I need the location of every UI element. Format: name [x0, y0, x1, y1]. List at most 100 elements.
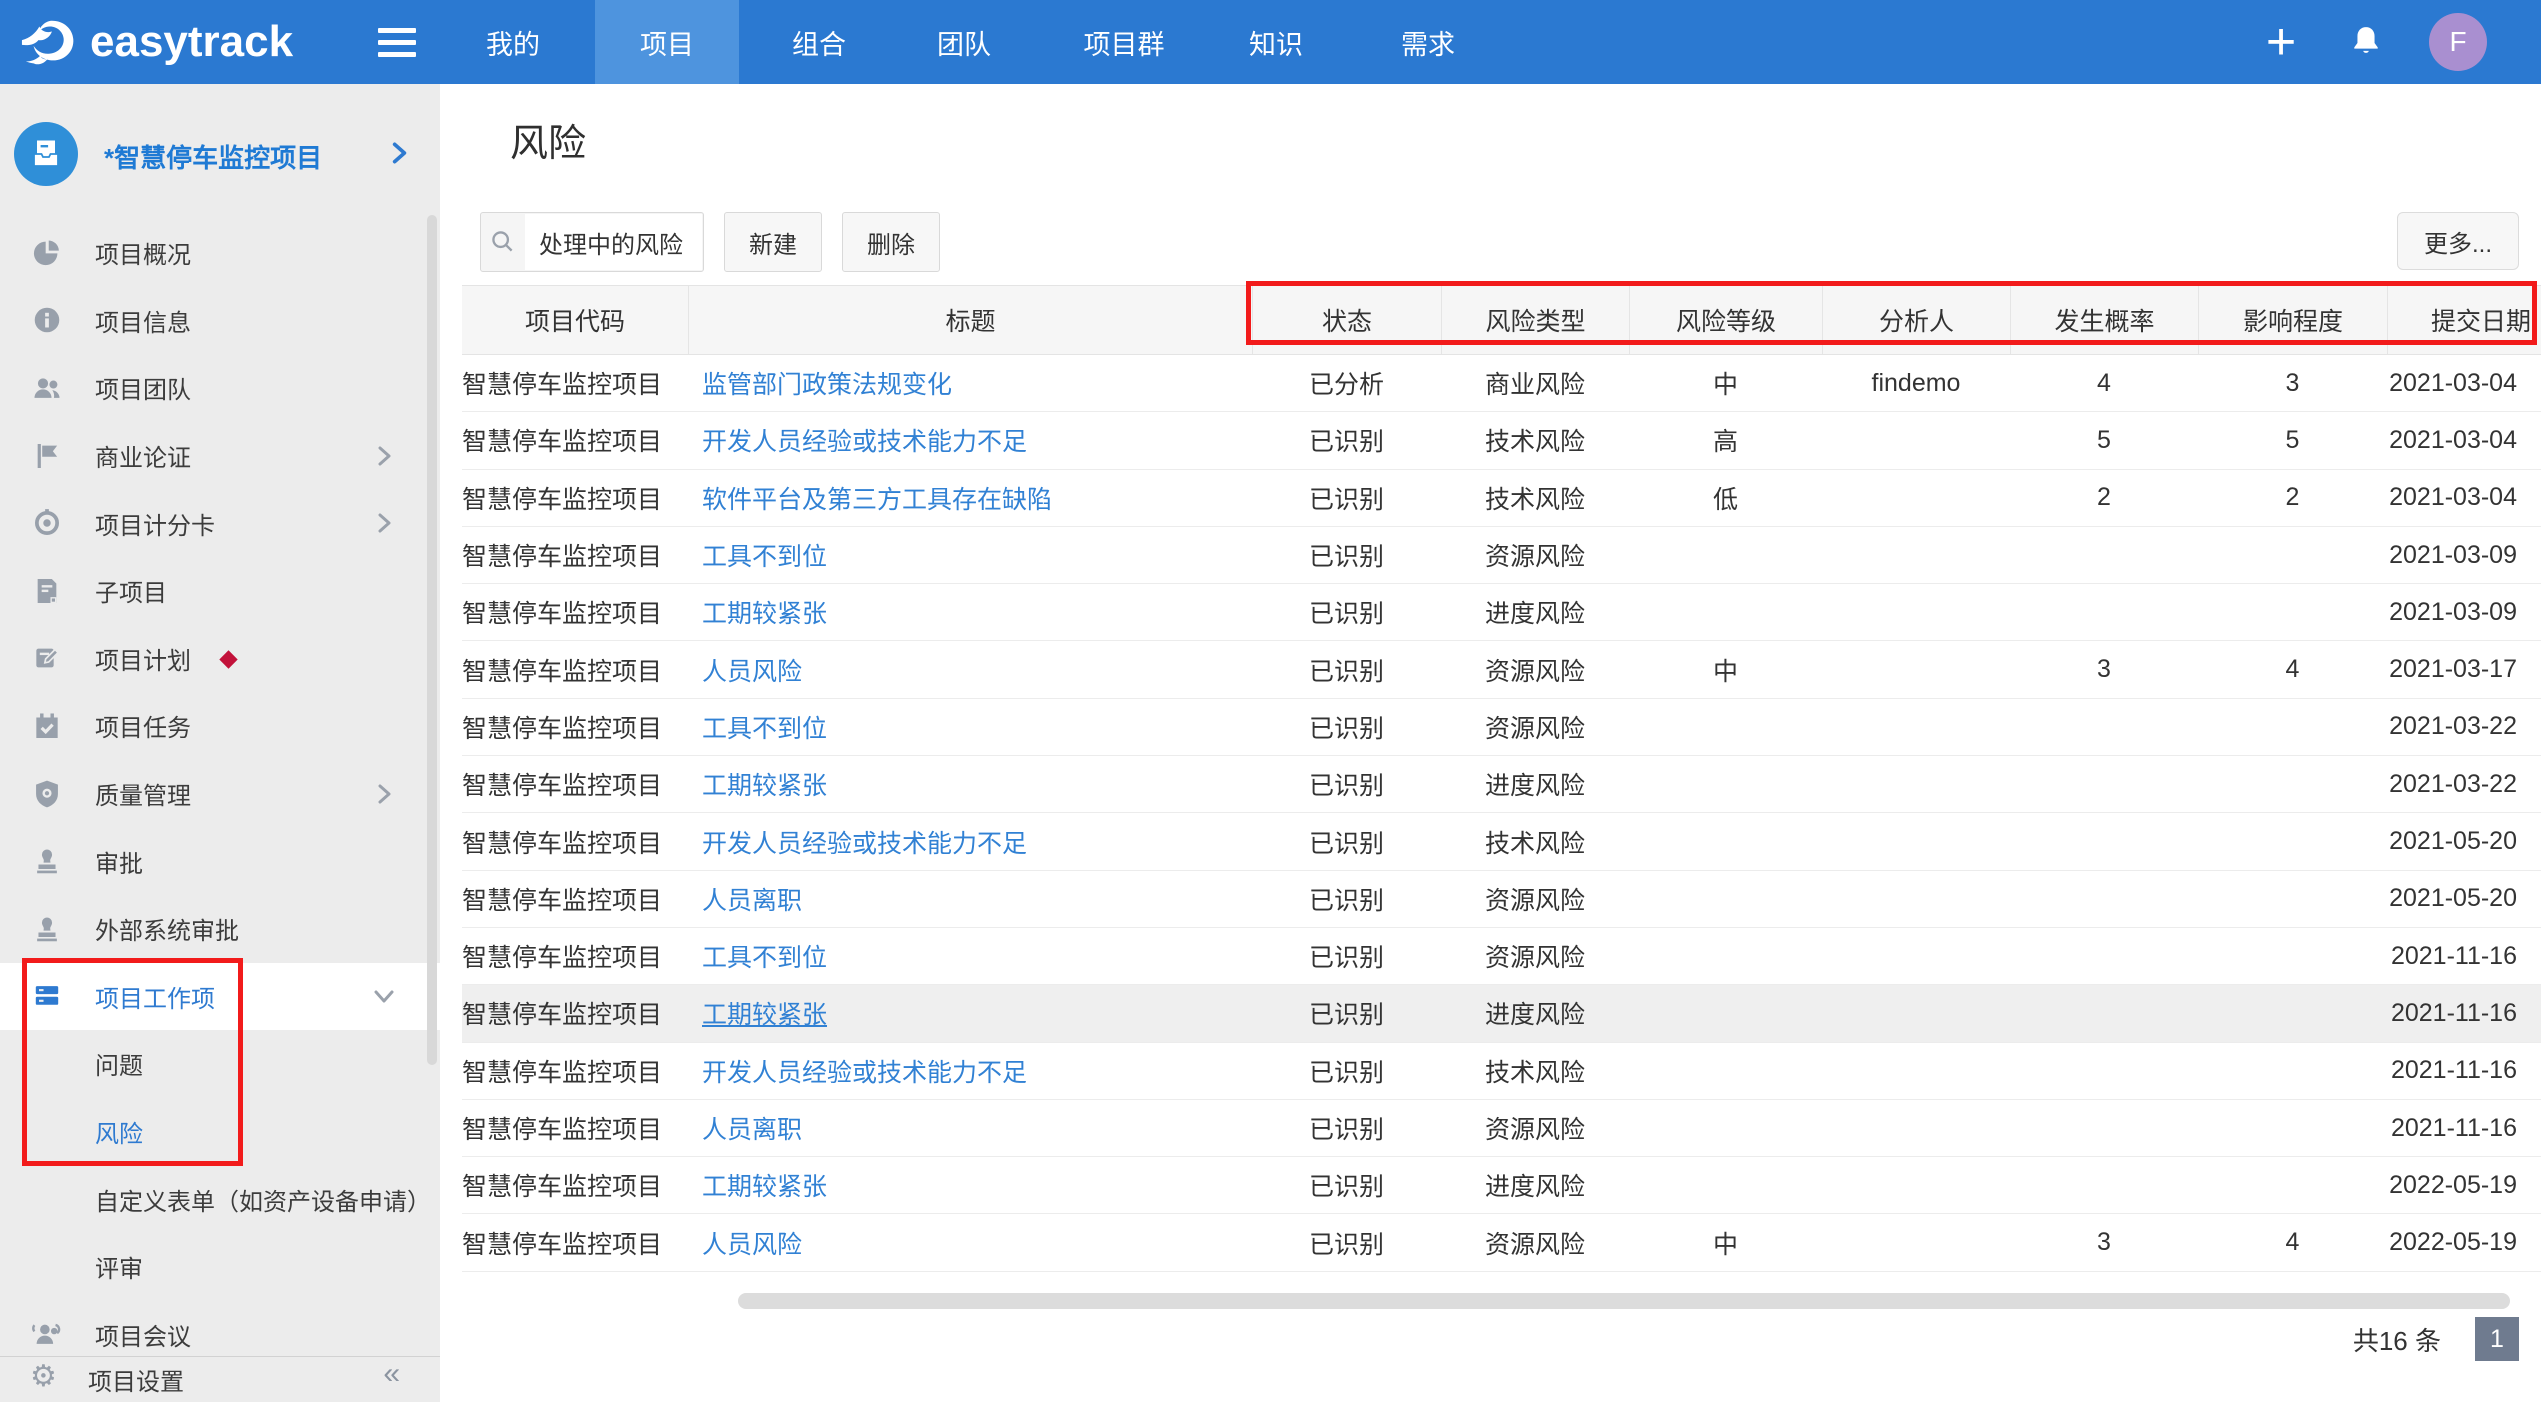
sidebar-item-问题[interactable]: 问题	[0, 1030, 440, 1098]
chevron-down-icon[interactable]	[372, 984, 396, 1008]
table-row[interactable]: 智慧停车监控项目 开发人员经验或技术能力不足 已识别 技术风险 2021-11-…	[462, 1043, 2541, 1100]
sidebar-item-评审[interactable]: 评审	[0, 1233, 440, 1301]
column-header-发生概率[interactable]: 发生概率	[2010, 286, 2198, 354]
cell-submit-date: 2021-03-17	[2387, 655, 2541, 684]
cell-status: 已识别	[1252, 594, 1441, 630]
cell-submit-date: 2021-11-16	[2387, 1056, 2541, 1085]
table-row[interactable]: 智慧停车监控项目 工具不到位 已识别 资源风险 2021-03-22	[462, 699, 2541, 756]
risk-title-link[interactable]: 人员风险	[702, 658, 802, 686]
brand-logo[interactable]: easytrack	[20, 0, 293, 84]
table-row[interactable]: 智慧停车监控项目 人员离职 已识别 资源风险 2021-05-20	[462, 871, 2541, 928]
notifications-bell-icon[interactable]	[2347, 21, 2385, 63]
flag-icon	[31, 440, 63, 472]
risk-title-link[interactable]: 软件平台及第三方工具存在缺陷	[702, 486, 1052, 514]
sidebar-item-项目任务[interactable]: 项目任务	[0, 692, 440, 760]
sidebar-item-项目工作项[interactable]: 项目工作项	[0, 963, 440, 1031]
sidebar-item-项目计划[interactable]: 项目计划	[0, 625, 440, 693]
risk-title-link[interactable]: 人员离职	[702, 887, 802, 915]
column-header-提交日期[interactable]: 提交日期	[2387, 286, 2541, 354]
total-count: 共16 条	[2353, 1321, 2441, 1358]
cell-submit-date: 2021-11-16	[2387, 942, 2541, 971]
risk-title-link[interactable]: 工具不到位	[702, 944, 827, 972]
risk-title-link[interactable]: 工具不到位	[702, 715, 827, 743]
table-row[interactable]: 智慧停车监控项目 开发人员经验或技术能力不足 已识别 技术风险 2021-05-…	[462, 813, 2541, 870]
table-row[interactable]: 智慧停车监控项目 工期较紧张 已识别 进度风险 2021-03-09	[462, 584, 2541, 641]
topbar-nav-我的[interactable]: 我的	[441, 0, 585, 84]
table-row[interactable]: 智慧停车监控项目 工期较紧张 已识别 进度风险 2022-05-19	[462, 1157, 2541, 1214]
horizontal-scrollbar[interactable]	[738, 1293, 2510, 1309]
risk-title-link[interactable]: 人员离职	[702, 1116, 802, 1144]
table-row[interactable]: 智慧停车监控项目 工具不到位 已识别 资源风险 2021-03-09	[462, 527, 2541, 584]
user-avatar[interactable]: F	[2429, 13, 2487, 71]
column-header-影响程度[interactable]: 影响程度	[2198, 286, 2387, 354]
risk-title-link[interactable]: 人员风险	[702, 1231, 802, 1259]
sidebar-item-外部系统审批[interactable]: 外部系统审批	[0, 895, 440, 963]
topbar-nav-组合[interactable]: 组合	[747, 0, 891, 84]
table-row[interactable]: 智慧停车监控项目 工具不到位 已识别 资源风险 2021-11-16	[462, 928, 2541, 985]
sidebar-scrollbar[interactable]	[427, 215, 437, 1065]
cell-title: 人员风险	[688, 1225, 1252, 1261]
risk-title-link[interactable]: 监管部门政策法规变化	[702, 371, 952, 399]
sidebar-item-审批[interactable]: 审批	[0, 827, 440, 895]
table-row[interactable]: 智慧停车监控项目 人员风险 已识别 资源风险 中 3 4 2021-03-17	[462, 641, 2541, 698]
column-header-风险等级[interactable]: 风险等级	[1629, 286, 1822, 354]
sidebar-item-商业论证[interactable]: 商业论证	[0, 422, 440, 490]
table-row[interactable]: 智慧停车监控项目 工期较紧张 已识别 进度风险 2021-11-16	[462, 985, 2541, 1042]
sidebar-item-项目团队[interactable]: 项目团队	[0, 354, 440, 422]
page-number-1[interactable]: 1	[2475, 1317, 2519, 1361]
table-row[interactable]: 智慧停车监控项目 监管部门政策法规变化 已分析 商业风险 中 findemo 4…	[462, 355, 2541, 412]
column-header-状态[interactable]: 状态	[1252, 286, 1441, 354]
sidebar-item-子项目[interactable]: 子项目	[0, 557, 440, 625]
topbar-nav-团队[interactable]: 团队	[892, 0, 1036, 84]
project-chevron-right-icon[interactable]	[386, 140, 412, 166]
chevron-right-icon[interactable]	[372, 511, 396, 535]
chevron-right-icon[interactable]	[372, 782, 396, 806]
chevron-right-icon[interactable]	[372, 444, 396, 468]
cell-status: 已识别	[1252, 1110, 1441, 1146]
sidebar-item-项目计分卡[interactable]: 项目计分卡	[0, 489, 440, 557]
risk-title-link[interactable]: 工期较紧张	[702, 1173, 827, 1201]
sidebar-item-自定义表单（如资产设备申请）[interactable]: 自定义表单（如资产设备申请）	[0, 1165, 440, 1233]
risk-title-link[interactable]: 开发人员经验或技术能力不足	[702, 428, 1027, 456]
collapse-sidebar-icon[interactable]: «	[383, 1357, 400, 1391]
table-row[interactable]: 智慧停车监控项目 工期较紧张 已识别 进度风险 2021-03-22	[462, 756, 2541, 813]
table-row[interactable]: 智慧停车监控项目 开发人员经验或技术能力不足 已识别 技术风险 高 5 5 20…	[462, 412, 2541, 469]
topbar-nav-需求[interactable]: 需求	[1356, 0, 1500, 84]
sidebar-item-风险[interactable]: 风险	[0, 1098, 440, 1166]
risk-title-link[interactable]: 工期较紧张	[702, 600, 827, 628]
sidebar-item-质量管理[interactable]: 质量管理	[0, 760, 440, 828]
column-header-项目代码[interactable]: 项目代码	[462, 286, 688, 354]
risk-title-link[interactable]: 工具不到位	[702, 543, 827, 571]
sidebar-item-label: 项目信息	[95, 303, 191, 338]
table-row[interactable]: 智慧停车监控项目 人员风险 已识别 资源风险 中 3 4 2022-05-19	[462, 1214, 2541, 1271]
sidebar-item-项目信息[interactable]: 项目信息	[0, 287, 440, 355]
cell-probability: 5	[2010, 426, 2198, 455]
risk-title-link[interactable]: 工期较紧张	[702, 772, 827, 800]
topbar-nav-知识[interactable]: 知识	[1204, 0, 1348, 84]
sidebar-item-项目概况[interactable]: 项目概况	[0, 219, 440, 287]
column-header-标题[interactable]: 标题	[688, 286, 1252, 354]
risk-title-link[interactable]: 工期较紧张	[702, 1001, 827, 1029]
column-header-风险类型[interactable]: 风险类型	[1441, 286, 1629, 354]
cell-submit-date: 2021-11-16	[2387, 999, 2541, 1028]
column-header-分析人[interactable]: 分析人	[1822, 286, 2010, 354]
menu-icon[interactable]	[378, 22, 420, 62]
topbar-nav-项目群[interactable]: 项目群	[1034, 0, 1214, 84]
add-icon[interactable]: +	[2259, 0, 2303, 84]
sidebar-item-project-settings[interactable]: ⚙ 项目设置 «	[0, 1356, 440, 1402]
search-input[interactable]: 处理中的风险	[525, 214, 702, 270]
more-button[interactable]: 更多...	[2397, 212, 2519, 270]
project-switcher[interactable]: *智慧停车监控项目	[0, 120, 440, 190]
table-row[interactable]: 智慧停车监控项目 人员离职 已识别 资源风险 2021-11-16	[462, 1100, 2541, 1157]
risk-title-link[interactable]: 开发人员经验或技术能力不足	[702, 1059, 1027, 1087]
nav-item-label: 我的	[486, 23, 540, 62]
cell-title: 开发人员经验或技术能力不足	[688, 824, 1252, 860]
delete-button[interactable]: 删除	[842, 212, 940, 272]
search-icon[interactable]	[481, 228, 525, 256]
new-button[interactable]: 新建	[724, 212, 822, 272]
sidebar-footer-label: 项目设置	[88, 1362, 184, 1397]
topbar-actions: + F	[2259, 0, 2541, 84]
table-row[interactable]: 智慧停车监控项目 软件平台及第三方工具存在缺陷 已识别 技术风险 低 2 2 2…	[462, 470, 2541, 527]
risk-title-link[interactable]: 开发人员经验或技术能力不足	[702, 830, 1027, 858]
topbar-nav-项目[interactable]: 项目	[595, 0, 739, 84]
